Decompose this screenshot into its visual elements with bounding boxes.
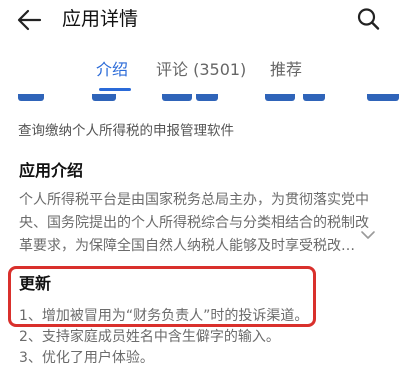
- tab-intro[interactable]: 介绍: [96, 58, 128, 82]
- screenshot-thumbnail[interactable]: [303, 94, 325, 101]
- intro-line: 革要求，为保障全国自然人纳税人能够及时享受税改…: [19, 238, 355, 254]
- intro-line: 央、国务院提出的个人所得税综合与分类相结合的税制改: [19, 215, 369, 231]
- top-bar: 应用详情: [0, 0, 399, 40]
- intro-section-title: 应用介绍: [19, 161, 84, 180]
- tab-reviews[interactable]: 评论 (3501): [156, 58, 246, 82]
- tab-recommend[interactable]: 推荐: [270, 58, 302, 82]
- chevron-down-icon[interactable]: [359, 227, 377, 241]
- screenshot-thumbnail[interactable]: [92, 94, 116, 101]
- app-summary: 查询缴纳个人所得税的申报管理软件: [18, 123, 234, 139]
- update-item: 2、支持家庭成员姓名中含生僻字的输入。: [19, 329, 280, 345]
- tab-bar: 介绍 评论 (3501) 推荐: [0, 58, 399, 98]
- arrow-left-icon[interactable]: [14, 6, 44, 34]
- highlight-box: [8, 266, 316, 327]
- search-icon[interactable]: [353, 5, 383, 33]
- page-title: 应用详情: [62, 8, 139, 30]
- screenshot-thumbnail[interactable]: [162, 94, 192, 101]
- screenshot-thumbnail[interactable]: [265, 94, 295, 101]
- intro-description[interactable]: 个人所得税平台是由国家税务总局主办，为贯彻落实党中 央、国务院提出的个人所得税综…: [19, 189, 384, 258]
- screenshot-thumbnail[interactable]: [18, 94, 44, 101]
- intro-line: 个人所得税平台是由国家税务总局主办，为贯彻落实党中: [19, 192, 369, 208]
- screenshot-thumbnail[interactable]: [367, 94, 399, 101]
- screenshot-strip[interactable]: [0, 94, 399, 102]
- active-tab-indicator: [99, 88, 131, 91]
- update-item: 3、优化了用户体验。: [19, 350, 154, 366]
- screenshot-thumbnail[interactable]: [196, 94, 218, 101]
